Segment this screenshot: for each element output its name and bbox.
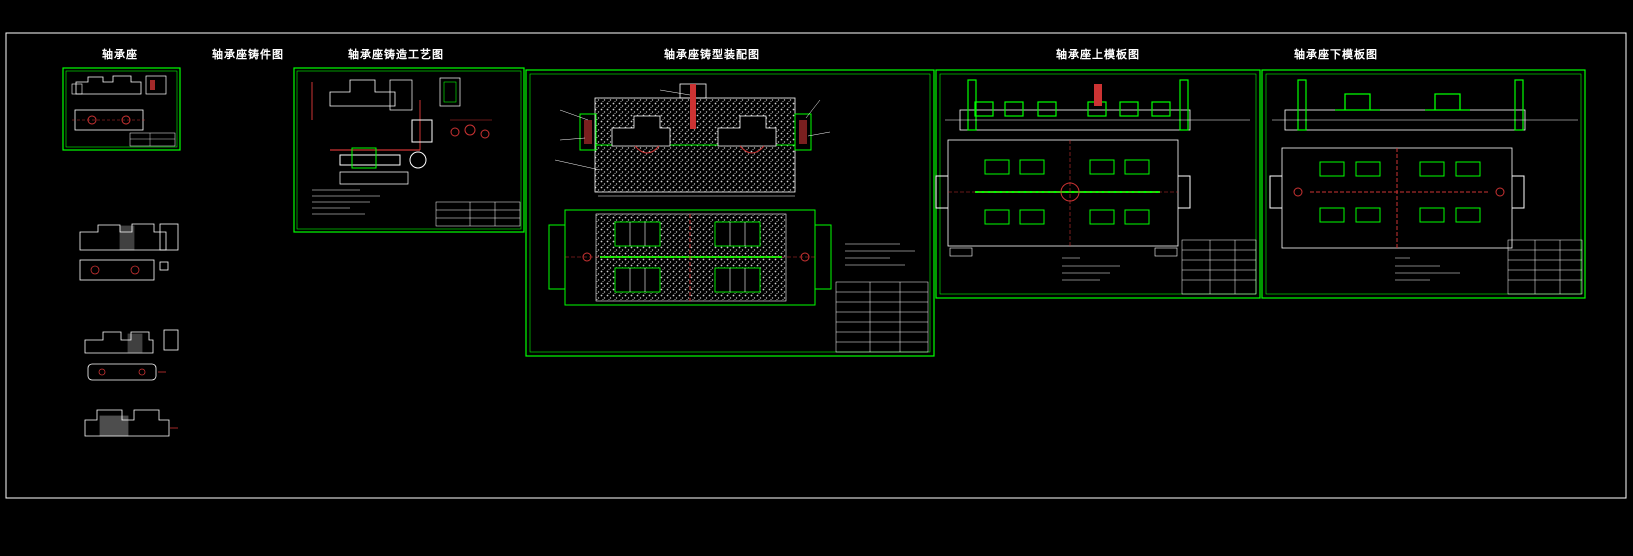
sheet-part-drawing[interactable] [62,67,181,151]
part-views-column[interactable] [79,223,179,437]
title-upper-pattern-plate: 轴承座上模板图 [1056,48,1140,61]
sheet-casting-process[interactable] [293,67,525,233]
title-casting-process-drawing: 轴承座铸造工艺图 [348,48,444,61]
title-lower-pattern-plate: 轴承座下模板图 [1294,48,1378,61]
sheet-upper-pattern-plate[interactable] [935,69,1261,299]
title-casting-drawing: 轴承座铸件图 [212,48,284,61]
sheet-lower-pattern-plate[interactable] [1261,69,1586,299]
sheet-mold-assembly[interactable] [525,69,935,357]
cad-drawing-canvas [5,32,1627,499]
outer-frame [5,32,1627,499]
title-part-drawing: 轴承座 [102,48,138,61]
title-mold-assembly-drawing: 轴承座铸型装配图 [664,48,760,61]
